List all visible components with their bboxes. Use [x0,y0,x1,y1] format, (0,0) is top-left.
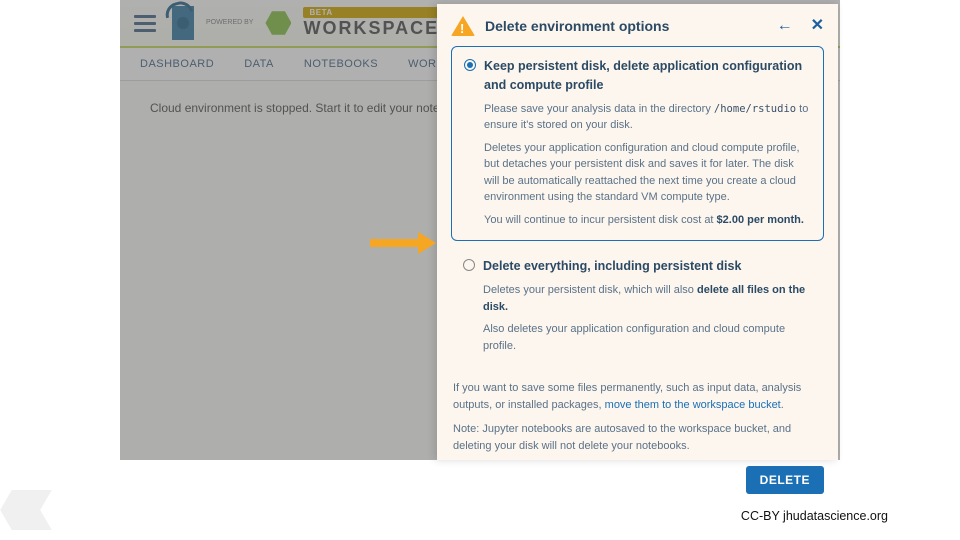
cost-value: $2.00 per month. [717,214,804,226]
perm-suffix: . [781,399,784,411]
tab-notebooks[interactable]: NOTEBOOKS [304,58,378,70]
attribution-text: CC-BY jhudatascience.org [741,509,888,523]
corner-watermark-icon [6,490,46,530]
hex-logo-icon [265,10,291,36]
powered-by-label: POWERED BY [206,19,253,27]
option-keep-disk-body: Please save your analysis data in the di… [464,101,811,229]
button-row: DELETE [451,454,824,494]
dialog-controls: ← ✕ [777,14,824,38]
cost-prefix: You will continue to incur persistent di… [484,214,717,226]
save-prefix: Please save your analysis data in the di… [484,103,714,115]
dialog-title: Delete environment options [485,16,767,37]
detach-text: Deletes your application configuration a… [484,140,811,206]
footer-note-jupyter: Note: Jupyter notebooks are autosaved to… [453,421,822,454]
option-delete-everything[interactable]: Delete everything, including persistent … [451,247,824,366]
back-icon[interactable]: ← [777,14,793,38]
del-line1-prefix: Deletes your persistent disk, which will… [483,284,697,296]
tab-data[interactable]: DATA [244,58,274,70]
option-delete-everything-label: Delete everything, including persistent … [483,257,741,276]
workspace-bucket-link[interactable]: move them to the workspace bucket [605,399,781,411]
delete-environment-dialog: Delete environment options ← ✕ Keep pers… [437,4,838,460]
tab-dashboard[interactable]: DASHBOARD [140,58,214,70]
option-keep-disk-label: Keep persistent disk, delete application… [484,57,811,95]
terra-logo-icon [172,6,194,40]
radio-keep-disk[interactable] [464,59,476,71]
option-delete-everything-body: Deletes your persistent disk, which will… [463,282,812,354]
delete-button[interactable]: DELETE [746,466,824,494]
warning-icon [451,16,475,36]
footer-note-save: If you want to save some files permanent… [453,380,822,413]
del-line2: Also deletes your application configurat… [483,321,812,354]
option-keep-disk[interactable]: Keep persistent disk, delete application… [451,46,824,241]
radio-delete-everything[interactable] [463,259,475,271]
menu-icon[interactable] [130,11,160,36]
dialog-header: Delete environment options ← ✕ [451,14,824,38]
save-path-code: /home/rstudio [714,103,796,115]
workspaces-title: WORKSPACES [303,18,453,39]
workspaces-block: BETA WORKSPACES [303,7,453,39]
beta-badge: BETA [303,7,453,18]
close-icon[interactable]: ✕ [811,14,824,38]
